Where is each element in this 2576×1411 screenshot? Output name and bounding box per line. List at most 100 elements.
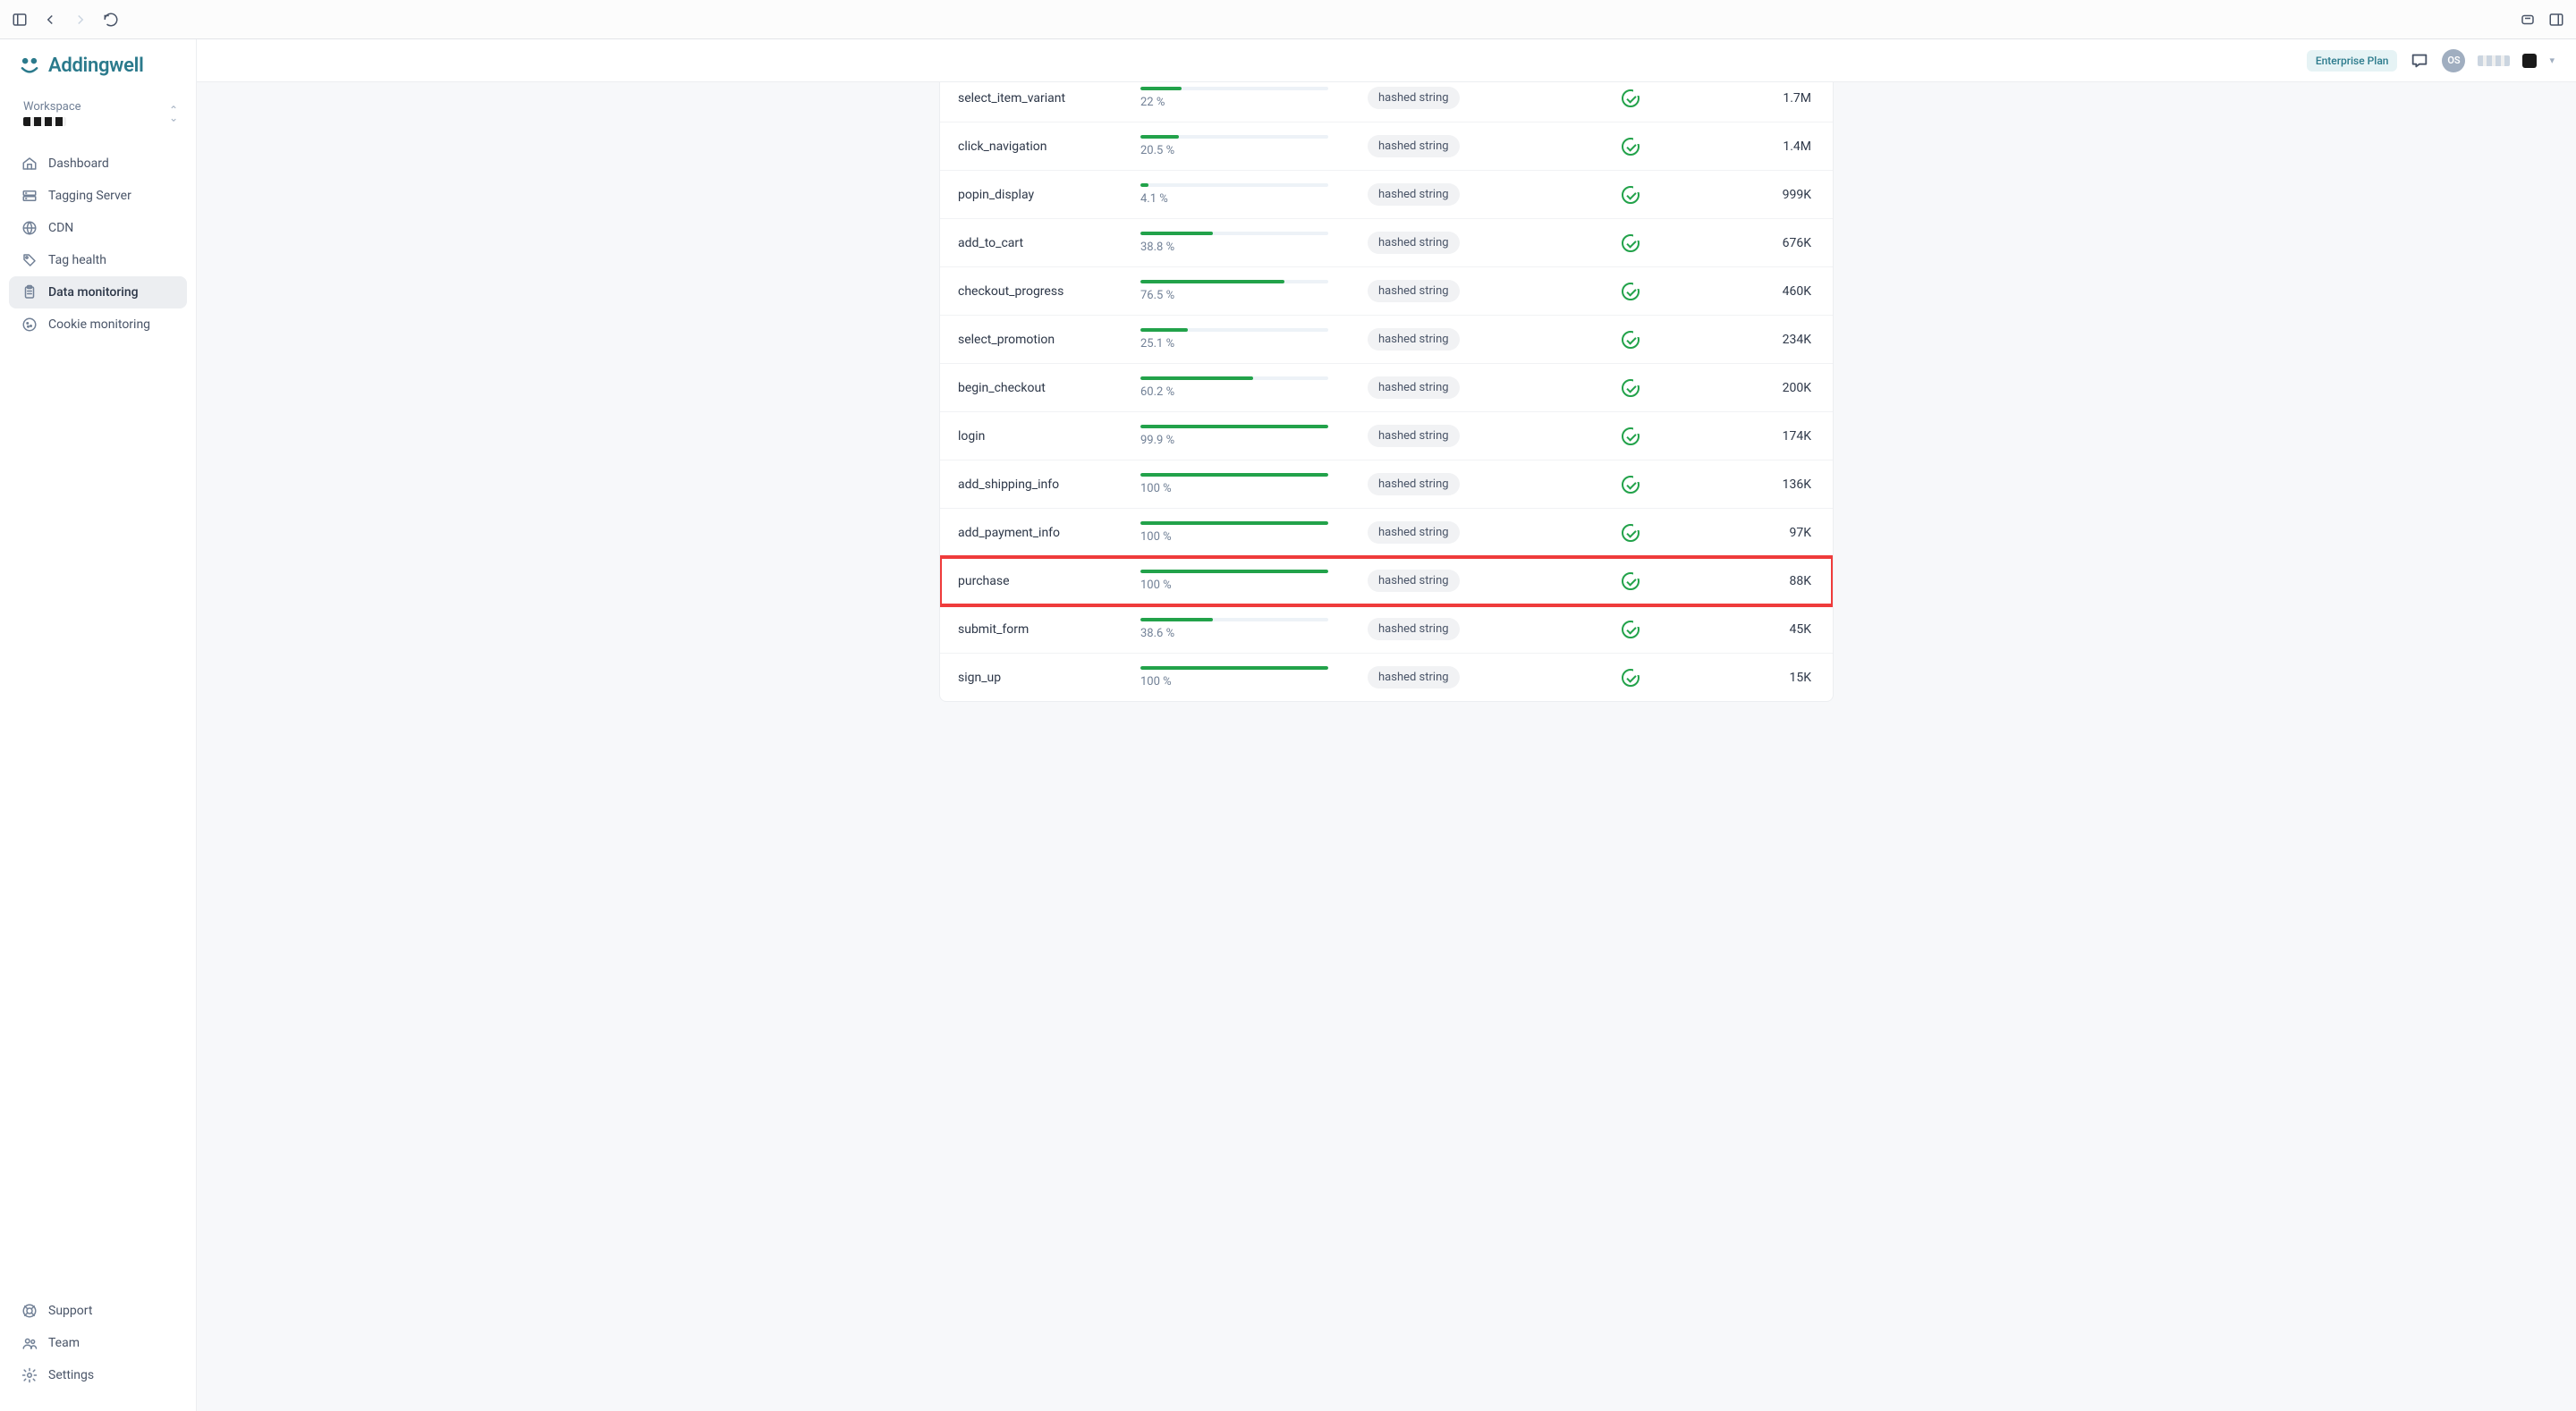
event-count: 234K (1750, 333, 1815, 347)
type-badge: hashed string (1368, 183, 1460, 206)
chevron-down-icon[interactable]: ▾ (2549, 55, 2555, 66)
progress-label: 100 % (1140, 675, 1346, 689)
event-name: add_shipping_info (958, 477, 1119, 492)
progress-bar (1140, 376, 1328, 380)
progress-cell: 38.6 % (1140, 618, 1346, 640)
sidebar-item-tagging-server[interactable]: Tagging Server (9, 180, 187, 212)
event-count: 460K (1750, 284, 1815, 299)
sidebar-item-label: Tag health (48, 253, 106, 267)
theme-swatch[interactable] (2522, 54, 2537, 68)
table-row[interactable]: select_promotion25.1 %hashed string234K (940, 316, 1833, 364)
table-row[interactable]: sign_up100 %hashed string15K (940, 654, 1833, 701)
workspace-switcher[interactable]: Workspace ⌃⌃ (0, 93, 196, 142)
progress-cell: 20.5 % (1140, 135, 1346, 157)
event-count: 200K (1750, 381, 1815, 395)
progress-bar (1140, 618, 1328, 621)
lifebuoy-icon (21, 1303, 38, 1319)
status-check-icon (1622, 331, 1729, 349)
event-name: begin_checkout (958, 381, 1119, 395)
sidebar-item-label: Dashboard (48, 156, 109, 171)
sidebar-item-cookie-monitoring[interactable]: Cookie monitoring (9, 308, 187, 341)
progress-label: 76.5 % (1140, 289, 1346, 302)
event-name: checkout_progress (958, 284, 1119, 299)
table-row[interactable]: popin_display 4.1 % hashed string 999K (940, 171, 1833, 219)
status-check-icon (1622, 89, 1729, 107)
status-check-icon (1622, 186, 1729, 204)
event-count: 1.4M (1750, 139, 1815, 154)
table-row[interactable]: add_payment_info100 %hashed string97K (940, 509, 1833, 557)
event-count: 1.7M (1750, 91, 1815, 106)
sidebar-item-label: Team (48, 1336, 80, 1350)
progress-bar (1140, 280, 1328, 283)
table-row[interactable]: submit_form 38.6 % hashed string 45K (940, 605, 1833, 654)
sidebar-item-label: CDN (48, 221, 73, 235)
sidebar-item-settings[interactable]: Settings (9, 1359, 187, 1391)
table-row[interactable]: click_navigation20.5 %hashed string1.4M (940, 123, 1833, 171)
status-check-icon (1622, 379, 1729, 397)
status-check-icon (1622, 283, 1729, 300)
content-scroll[interactable]: select_item_variant22 %hashed string1.7M… (197, 82, 2576, 1411)
event-count: 45K (1750, 622, 1815, 637)
chat-icon[interactable] (2410, 51, 2429, 71)
event-name: submit_form (958, 622, 1119, 637)
event-name: purchase (958, 574, 1119, 588)
type-badge: hashed string (1368, 232, 1460, 254)
event-name: add_to_cart (958, 236, 1119, 250)
type-badge: hashed string (1368, 618, 1460, 640)
progress-label: 100 % (1140, 579, 1346, 592)
event-name: add_payment_info (958, 526, 1119, 540)
event-count: 999K (1750, 188, 1815, 202)
progress-label: 60.2 % (1140, 385, 1346, 399)
logo[interactable]: Addingwell (0, 54, 196, 93)
progress-cell: 100 % (1140, 666, 1346, 689)
table-row[interactable]: select_item_variant22 %hashed string1.7M (940, 82, 1833, 123)
table-row[interactable]: purchase100 %hashed string88K (940, 557, 1833, 605)
server-icon (21, 188, 38, 204)
sidebar-item-support[interactable]: Support (9, 1295, 187, 1327)
sidebar-item-data-monitoring[interactable]: Data monitoring (9, 276, 187, 308)
type-badge: hashed string (1368, 280, 1460, 302)
clipboard-icon (21, 284, 38, 300)
back-icon[interactable] (41, 11, 59, 29)
table-row[interactable]: add_to_cart38.8 %hashed string676K (940, 219, 1833, 267)
logo-icon (18, 54, 41, 77)
progress-bar (1140, 183, 1328, 187)
status-check-icon (1622, 669, 1729, 687)
progress-label: 100 % (1140, 482, 1346, 495)
table-row[interactable]: begin_checkout60.2 %hashed string200K (940, 364, 1833, 412)
progress-label: 20.5 % (1140, 144, 1346, 157)
event-name: popin_display (958, 188, 1119, 202)
share-icon[interactable] (2519, 11, 2537, 29)
status-check-icon (1622, 524, 1729, 542)
users-icon (21, 1335, 38, 1351)
event-count: 174K (1750, 429, 1815, 444)
sidebar-toggle-icon[interactable] (11, 11, 29, 29)
events-table: select_item_variant22 %hashed string1.7M… (939, 82, 1834, 702)
sidebar-item-label: Data monitoring (48, 285, 139, 300)
progress-cell: 38.8 % (1140, 232, 1346, 254)
progress-cell: 76.5 % (1140, 280, 1346, 302)
avatar[interactable]: OS (2442, 49, 2465, 72)
progress-label: 25.1 % (1140, 337, 1346, 351)
progress-label: 4.1 % (1140, 192, 1346, 206)
sidebar-item-cdn[interactable]: CDN (9, 212, 187, 244)
gear-icon (21, 1367, 38, 1383)
sidebar-item-label: Tagging Server (48, 189, 131, 203)
type-badge: hashed string (1368, 666, 1460, 689)
sidebar-item-label: Settings (48, 1368, 94, 1382)
table-row[interactable]: add_shipping_info100 %hashed string136K (940, 460, 1833, 509)
table-row[interactable]: checkout_progress 76.5 % hashed string 460K (940, 267, 1833, 316)
reload-icon[interactable] (102, 11, 120, 29)
plan-badge[interactable]: Enterprise Plan (2307, 50, 2398, 72)
sidebar-item-team[interactable]: Team (9, 1327, 187, 1359)
progress-bar (1140, 570, 1328, 573)
progress-bar (1140, 666, 1328, 670)
type-badge: hashed string (1368, 135, 1460, 157)
panel-toggle-icon[interactable] (2547, 11, 2565, 29)
sidebar-item-dashboard[interactable]: Dashboard (9, 148, 187, 180)
status-check-icon (1622, 476, 1729, 494)
sidebar-item-tag-health[interactable]: Tag health (9, 244, 187, 276)
workspace-value-redacted (23, 117, 66, 126)
progress-cell: 100 % (1140, 570, 1346, 592)
table-row[interactable]: login99.9 %hashed string174K (940, 412, 1833, 460)
